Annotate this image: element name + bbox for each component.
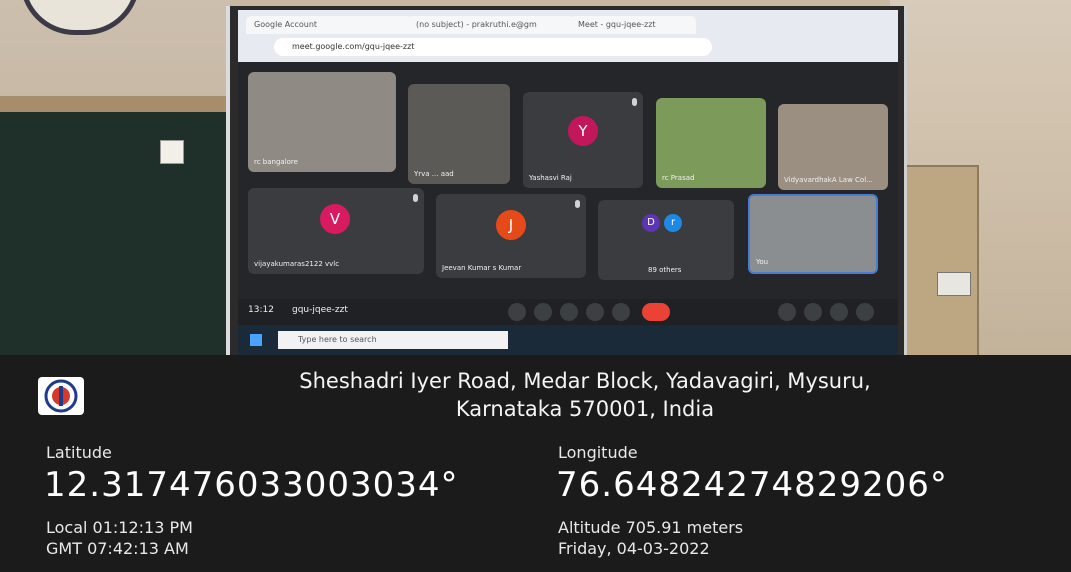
browser-tab-google-account[interactable]: Google Account (246, 16, 412, 34)
participant-tile[interactable]: Yrva ... aad (408, 84, 510, 184)
info-icon[interactable] (778, 303, 796, 321)
meet-grid: rc bangalore Yrva ... aad Y Yashasvi Raj… (238, 62, 898, 325)
participant-tile[interactable]: rc Prasad (656, 98, 766, 188)
avatar: r (664, 214, 682, 232)
avatar: J (496, 210, 526, 240)
door (905, 165, 979, 355)
participant-name: You (756, 258, 769, 266)
address-bar[interactable]: meet.google.com/gqu-jqee-zzt (274, 38, 712, 56)
projector-screen: Google Account (no subject) - prakruthi.… (226, 6, 907, 355)
windows-start-icon[interactable] (250, 334, 262, 346)
browser-chrome: Google Account (no subject) - prakruthi.… (238, 10, 898, 62)
address-line-2: Karnataka 570001, India (455, 397, 715, 421)
local-time: Local 01:12:13 PM (46, 518, 193, 537)
longitude-value: 76.64824274829206° (556, 465, 948, 505)
participant-name: Jeevan Kumar s Kumar (442, 264, 522, 272)
people-icon[interactable] (804, 303, 822, 321)
browser-tab-gmail[interactable]: (no subject) - prakruthi.e@gm (408, 16, 574, 34)
date: Friday, 04-03-2022 (558, 539, 710, 558)
classroom-photo: Google Account (no subject) - prakruthi.… (0, 0, 1071, 355)
altitude: Altitude 705.91 meters (558, 518, 744, 537)
activities-icon[interactable] (856, 303, 874, 321)
switch-box (160, 140, 184, 164)
camera-icon[interactable] (534, 303, 552, 321)
windows-taskbar: Type here to search (238, 325, 898, 355)
geotag-overlay: Sheshadri Iyer Road, Medar Block, Yadava… (0, 355, 1071, 572)
avatar: Y (568, 116, 598, 146)
participant-name: Yrva ... aad (414, 170, 454, 178)
longitude-label: Longitude (558, 443, 638, 462)
participant-tile[interactable]: VidyavardhakA Law Col... (778, 104, 888, 190)
mic-off-icon (413, 194, 418, 202)
latitude-value: 12.317476033003034° (44, 465, 459, 505)
participant-name: VidyavardhakA Law Col... (784, 176, 873, 184)
address-text: Sheshadri Iyer Road, Medar Block, Yadava… (180, 367, 990, 423)
participant-name: rc bangalore (254, 158, 298, 166)
participant-name: 89 others (648, 266, 682, 274)
mic-off-icon (575, 200, 580, 208)
mic-icon[interactable] (508, 303, 526, 321)
avatar: D (642, 214, 660, 232)
participant-name: Yashasvi Raj (529, 174, 572, 182)
meet-control-bar: 13:12 gqu-jqee-zzt (238, 299, 898, 325)
meeting-time: 13:12 (248, 305, 274, 315)
gmt-time: GMT 07:42:13 AM (46, 539, 189, 558)
chalkboard (0, 112, 228, 355)
participant-tile[interactable]: Y Yashasvi Raj (523, 92, 643, 188)
meeting-code: gqu-jqee-zzt (292, 305, 348, 315)
wall-socket (937, 272, 971, 296)
latitude-label: Latitude (46, 443, 112, 462)
participant-name: vijayakumaras2122 vvlc (254, 260, 340, 268)
present-icon[interactable] (586, 303, 604, 321)
address-line-1: Sheshadri Iyer Road, Medar Block, Yadava… (299, 369, 871, 393)
raise-hand-icon[interactable] (560, 303, 578, 321)
browser-tab-meet[interactable]: Meet - gqu-jqee-zzt (570, 16, 696, 34)
participant-tile[interactable]: D r 89 others (598, 200, 734, 280)
taskbar-search[interactable]: Type here to search (278, 331, 508, 349)
participant-tile[interactable]: J Jeevan Kumar s Kumar (436, 194, 586, 278)
more-options-icon[interactable] (612, 303, 630, 321)
participant-name: rc Prasad (662, 174, 695, 182)
participant-tile[interactable]: rc bangalore (248, 72, 396, 172)
end-call-button[interactable] (642, 303, 670, 321)
mic-off-icon (632, 98, 637, 106)
avatar: V (320, 204, 350, 234)
self-view-tile[interactable]: You (748, 194, 878, 274)
participant-tile[interactable]: V vijayakumaras2122 vvlc (248, 188, 424, 274)
college-logo (38, 377, 84, 415)
chat-icon[interactable] (830, 303, 848, 321)
